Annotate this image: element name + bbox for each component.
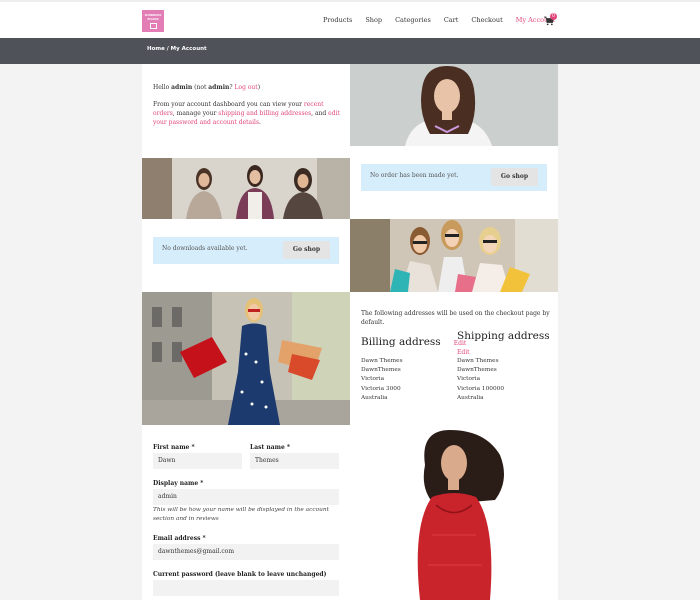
billing-line: Dawn Themes (361, 358, 403, 364)
display-name-label: Display name * (153, 480, 204, 487)
greeting-hello: Hello (153, 84, 172, 91)
greeting-user: admin (171, 84, 193, 91)
billing-line: Victoria 3000 (361, 385, 401, 392)
email-field[interactable]: dawnthemes@gmail.com (153, 544, 339, 560)
shopping-friends-image (350, 219, 558, 292)
logo-mark-icon (149, 22, 157, 29)
woman-with-bags-photo (142, 292, 350, 425)
shipping-address-block: Shipping address Edit Dawn Themes DawnTh… (457, 330, 550, 403)
nav-cart[interactable]: Cart (444, 16, 459, 24)
shipping-address-lines: Dawn Themes DawnThemes Victoria Victoria… (457, 357, 550, 403)
woman-red-dress-image (350, 425, 558, 600)
current-password-label: Current password (leave blank to leave u… (153, 571, 327, 578)
shopping-friends-photo (350, 219, 558, 292)
orders-message: No order has been made yet. (370, 172, 459, 179)
shipping-line: DawnThemes (457, 367, 497, 374)
intro-and: , and (311, 110, 329, 117)
nav-checkout[interactable]: Checkout (471, 16, 502, 24)
shipping-line: Australia (457, 394, 484, 401)
orders-go-shop-button[interactable]: Go shop (491, 168, 538, 186)
orders-notice: No order has been made yet. Go shop (361, 164, 547, 191)
shipping-line: Victoria (457, 376, 481, 383)
dashboard-greeting: Hello admin (not admin? Log out) (153, 83, 343, 92)
addresses-link[interactable]: shipping and billing addresses (218, 110, 311, 117)
nav-products[interactable]: Products (323, 16, 352, 24)
orders-panel: No order has been made yet. Go shop (350, 146, 558, 219)
intro-manage: , manage your (172, 110, 219, 117)
page: ECOMMERCE BUILDER Products Shop Categori… (0, 0, 700, 600)
billing-line: Australia (361, 394, 388, 401)
shipping-line: Victoria 100000 (457, 385, 505, 392)
billing-address-lines: Dawn Themes DawnThemes Victoria Victoria… (361, 357, 466, 403)
logout-link[interactable]: Log out (234, 84, 257, 91)
three-women-photo (142, 158, 350, 219)
woman-portrait-photo (350, 64, 558, 146)
first-name-label: First name * (153, 444, 195, 451)
addresses-intro: The following addresses will be used on … (361, 310, 550, 326)
site-header: ECOMMERCE BUILDER Products Shop Categori… (0, 0, 700, 38)
billing-address-title: Billing address (361, 336, 441, 348)
billing-line: DawnThemes (361, 367, 401, 374)
dashboard-intro: From your account dashboard you can view… (153, 100, 343, 127)
three-women-image (142, 158, 350, 219)
dashboard-panel: Hello admin (not admin? Log out) From yo… (142, 64, 350, 158)
nav-categories[interactable]: Categories (395, 16, 431, 24)
main-nav: Products Shop Categories Cart Checkout M… (323, 16, 555, 24)
greeting-not-user: admin (208, 84, 230, 91)
breadcrumb: Home / My Account (147, 46, 207, 52)
shipping-line: Dawn Themes (457, 358, 499, 364)
addresses-panel: The following addresses will be used on … (350, 292, 558, 425)
last-name-label: Last name * (250, 444, 290, 451)
cart-count-badge: 0 (550, 13, 557, 20)
first-name-field[interactable]: Dawn (153, 453, 242, 469)
current-password-field[interactable] (153, 580, 339, 596)
woman-red-dress-photo (350, 425, 558, 600)
shipping-edit-link[interactable]: Edit (457, 348, 550, 357)
downloads-panel: No downloads available yet. Go shop (142, 219, 350, 292)
site-logo[interactable]: ECOMMERCE BUILDER (142, 10, 164, 32)
intro-end: . (259, 119, 261, 126)
display-name-hint: This will be how your name will be displ… (153, 507, 329, 522)
breadcrumb-bar: Home / My Account (0, 38, 700, 64)
intro-text: From your account dashboard you can view… (153, 101, 304, 108)
greeting-close: ) (257, 84, 261, 91)
downloads-notice: No downloads available yet. Go shop (153, 237, 339, 264)
greeting-not: (not (192, 84, 209, 91)
account-details-form: First name * Dawn Last name * Themes Dis… (142, 425, 350, 600)
display-name-field[interactable]: admin (153, 489, 339, 505)
shipping-address-title: Shipping address (457, 330, 550, 342)
billing-line: Victoria (361, 376, 385, 383)
downloads-message: No downloads available yet. (162, 245, 248, 252)
woman-with-bags-image (142, 292, 350, 425)
logo-line-2: BUILDER (147, 17, 159, 21)
portrait-image (350, 64, 558, 146)
email-label: Email address * (153, 535, 206, 542)
last-name-field[interactable]: Themes (250, 453, 339, 469)
billing-address-block: Billing address Edit Dawn Themes DawnThe… (361, 330, 466, 403)
logo-line-1: ECOMMERCE (144, 13, 162, 17)
downloads-go-shop-button[interactable]: Go shop (283, 241, 330, 259)
nav-shop[interactable]: Shop (365, 16, 382, 24)
